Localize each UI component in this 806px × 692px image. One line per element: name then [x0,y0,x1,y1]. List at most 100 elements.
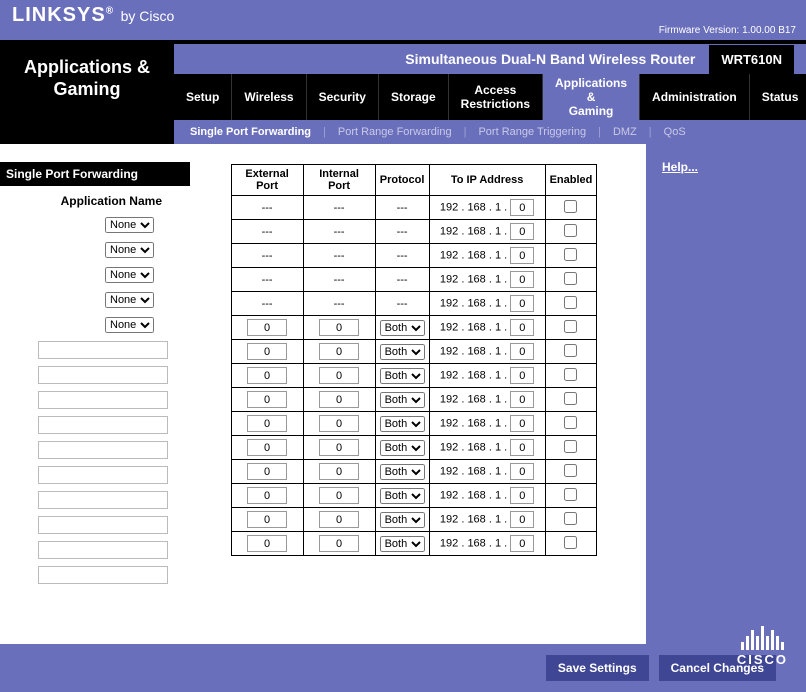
application-name-input[interactable] [38,341,168,359]
enabled-checkbox[interactable] [564,416,577,429]
ip-last-octet-input[interactable] [510,487,534,504]
tab-status[interactable]: Status [750,74,806,120]
application-name-input[interactable] [38,391,168,409]
protocol-select[interactable]: Both [380,344,425,360]
protocol-select[interactable]: Both [380,440,425,456]
table-row: Both192 . 168 . 1 . [231,532,597,556]
enabled-checkbox[interactable] [564,440,577,453]
external-port-input[interactable] [247,439,287,456]
tab-wireless[interactable]: Wireless [232,74,306,120]
main-tabs: SetupWirelessSecurityStorageAccessRestri… [174,74,806,120]
external-port-input[interactable] [247,391,287,408]
application-select[interactable]: None [105,317,154,333]
protocol-select[interactable]: Both [380,368,425,384]
subnav-single-port-forwarding[interactable]: Single Port Forwarding [178,126,323,138]
port-table: External Port Internal Port Protocol To … [231,164,598,556]
application-select[interactable]: None [105,267,154,283]
ip-last-octet-input[interactable] [510,223,534,240]
protocol-select[interactable]: Both [380,416,425,432]
enabled-checkbox[interactable] [564,248,577,261]
ip-last-octet-input[interactable] [510,367,534,384]
enabled-checkbox[interactable] [564,392,577,405]
ip-last-octet-input[interactable] [510,271,534,288]
tab-storage[interactable]: Storage [379,74,449,120]
application-name-input[interactable] [38,416,168,434]
protocol-select[interactable]: Both [380,488,425,504]
enabled-checkbox[interactable] [564,512,577,525]
protocol-select[interactable]: Both [380,320,425,336]
application-name-input[interactable] [38,366,168,384]
ip-last-octet-input[interactable] [510,439,534,456]
application-select[interactable]: None [105,217,154,233]
tab-setup[interactable]: Setup [174,74,232,120]
tab-access-restrictions[interactable]: AccessRestrictions [449,74,543,120]
internal-port-input[interactable] [319,463,359,480]
subnav-qos[interactable]: QoS [652,126,698,138]
subnav-spacer [0,120,174,144]
enabled-checkbox[interactable] [564,488,577,501]
protocol-select[interactable]: Both [380,392,425,408]
application-name-input[interactable] [38,466,168,484]
table-row: ---------192 . 168 . 1 . [231,268,597,292]
enabled-checkbox[interactable] [564,200,577,213]
enabled-checkbox[interactable] [564,320,577,333]
ip-last-octet-input[interactable] [510,511,534,528]
external-port-input[interactable] [247,343,287,360]
internal-port-input[interactable] [319,415,359,432]
enabled-checkbox[interactable] [564,272,577,285]
external-port-input[interactable] [247,487,287,504]
ip-prefix: 192 . 168 . 1 . [440,466,510,478]
ip-last-octet-input[interactable] [510,199,534,216]
static-cell: --- [375,196,429,220]
tab-applications-gaming[interactable]: Applications &Gaming [543,74,640,120]
ip-last-octet-input[interactable] [510,295,534,312]
enabled-checkbox[interactable] [564,224,577,237]
ip-last-octet-input[interactable] [510,415,534,432]
enabled-checkbox[interactable] [564,296,577,309]
protocol-select[interactable]: Both [380,536,425,552]
internal-port-input[interactable] [319,511,359,528]
protocol-select[interactable]: Both [380,464,425,480]
subnav-port-range-forwarding[interactable]: Port Range Forwarding [326,126,464,138]
ip-last-octet-input[interactable] [510,343,534,360]
enabled-checkbox[interactable] [564,536,577,549]
external-port-input[interactable] [247,535,287,552]
application-name-input[interactable] [38,441,168,459]
subnav-port-range-triggering[interactable]: Port Range Triggering [466,126,598,138]
ip-prefix: 192 . 168 . 1 . [440,346,510,358]
external-port-input[interactable] [247,511,287,528]
help-link[interactable]: Help... [662,160,698,174]
ip-last-octet-input[interactable] [510,247,534,264]
internal-port-input[interactable] [319,343,359,360]
internal-port-input[interactable] [319,391,359,408]
application-name-input[interactable] [38,566,168,584]
internal-port-input[interactable] [319,439,359,456]
ip-prefix: 192 . 168 . 1 . [440,490,510,502]
internal-port-input[interactable] [319,319,359,336]
ip-last-octet-input[interactable] [510,319,534,336]
application-name-input[interactable] [38,491,168,509]
application-select[interactable]: None [105,242,154,258]
tab-administration[interactable]: Administration [640,74,750,120]
external-port-input[interactable] [247,415,287,432]
external-port-input[interactable] [247,319,287,336]
save-settings-button[interactable]: Save Settings [546,655,649,681]
internal-port-input[interactable] [319,367,359,384]
application-name-input[interactable] [38,541,168,559]
internal-port-input[interactable] [319,487,359,504]
ip-last-octet-input[interactable] [510,391,534,408]
enabled-checkbox[interactable] [564,344,577,357]
ip-last-octet-input[interactable] [510,535,534,552]
enabled-checkbox[interactable] [564,464,577,477]
ip-last-octet-input[interactable] [510,463,534,480]
external-port-input[interactable] [247,463,287,480]
table-row: Both192 . 168 . 1 . [231,436,597,460]
external-port-input[interactable] [247,367,287,384]
enabled-checkbox[interactable] [564,368,577,381]
internal-port-input[interactable] [319,535,359,552]
tab-security[interactable]: Security [307,74,379,120]
subnav-dmz[interactable]: DMZ [601,126,649,138]
protocol-select[interactable]: Both [380,512,425,528]
application-select[interactable]: None [105,292,154,308]
application-name-input[interactable] [38,516,168,534]
